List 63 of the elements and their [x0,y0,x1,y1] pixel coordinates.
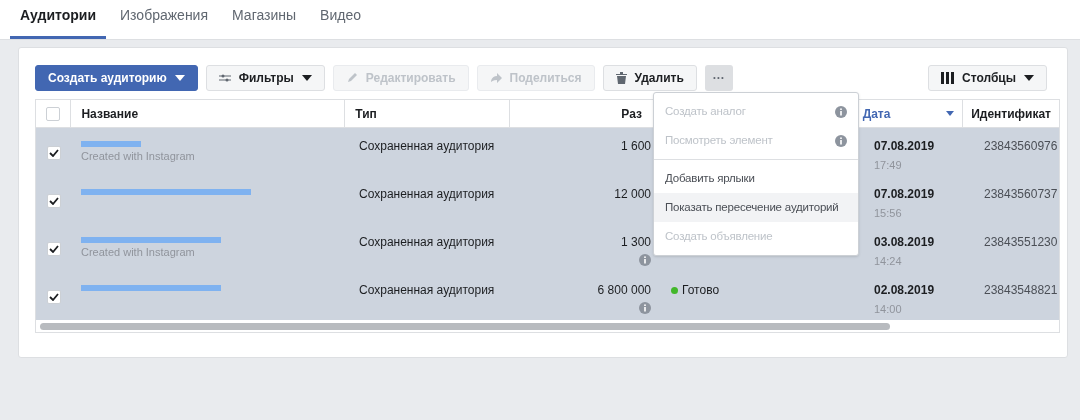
more-button[interactable]: ··· [704,65,733,91]
table-cell-text: 1 300 [620,234,651,251]
checkbox[interactable] [46,242,61,256]
checkmark-icon [48,149,59,157]
table-cell: Сохраненная аудитория [359,235,495,249]
table-cell-text: 14:00 [874,302,903,317]
menu-item[interactable]: Добавить ярлыки [654,164,858,193]
columns-button[interactable]: Столбцы [928,65,1047,91]
info-icon [835,105,847,118]
table-cell-text: 17:49 [874,158,903,173]
column-header[interactable]: Название [81,104,139,123]
table-cell-text: 6 800 000 [597,282,651,299]
caret-icon [1024,75,1034,81]
column-header[interactable]: Раз [621,104,642,123]
column-header[interactable]: Дата [862,104,891,123]
columns-icon [941,72,955,84]
column-header[interactable]: Тип [355,104,377,123]
sort-caret-icon [946,111,955,116]
redaction-mark [81,140,141,148]
table-cell-text: 14:24 [874,254,903,269]
table-cell-text: 15:56 [874,206,903,221]
info-icon [639,254,651,266]
caret-icon [301,75,312,81]
trash-icon [615,72,627,84]
scrollbar[interactable] [40,322,890,330]
audience-subtitle: Created with Instagram [81,245,196,260]
create-audience-button[interactable]: Создать аудиторию [35,65,198,91]
checkmark-icon [48,293,59,301]
table-cell: 23843551230 [984,235,1058,249]
info-icon [835,134,847,147]
table-cell-text: 1 600 [620,138,651,155]
table-cell: Сохраненная аудитория [359,187,495,201]
caret-icon [174,75,185,81]
checkbox[interactable] [46,106,61,121]
arrow-icon [489,72,502,84]
table-cell: Сохраненная аудитория [359,283,495,297]
status-text: Готово [682,282,720,299]
tab[interactable]: Магазины [222,5,307,39]
table-cell-text: 07.08.2019 [874,186,936,203]
audience-subtitle: Created with Instagram [81,149,196,164]
filters-button[interactable]: Фильтры [205,65,325,91]
table-cell: 23843548821 [984,283,1058,297]
info-icon [639,302,651,314]
checkbox[interactable] [46,290,61,304]
tab[interactable]: Видео [310,5,371,39]
checkbox[interactable] [46,146,61,160]
sliders-icon [218,73,231,83]
tab[interactable]: Аудитории [10,5,107,39]
checkmark-icon [48,245,59,253]
pencil-icon [345,72,358,84]
tab[interactable]: Изображения [110,5,219,39]
checkbox[interactable] [46,194,61,208]
table-cell-text: 07.08.2019 [874,138,936,155]
table-cell-text: 03.08.2019 [874,234,936,251]
table-cell: 23843560737 [984,187,1058,201]
checkmark-icon [48,197,59,205]
column-header[interactable]: Идентификат [971,104,1051,123]
delete-button[interactable]: Удалить [602,65,697,91]
table-cell-text: 02.08.2019 [874,282,936,299]
table-cell-text: 12 000 [614,186,651,203]
menu-item[interactable]: Показать пересечение аудиторий [654,193,858,222]
table-cell: Сохраненная аудитория [359,139,495,153]
table-cell: 23843560976 [984,139,1058,153]
